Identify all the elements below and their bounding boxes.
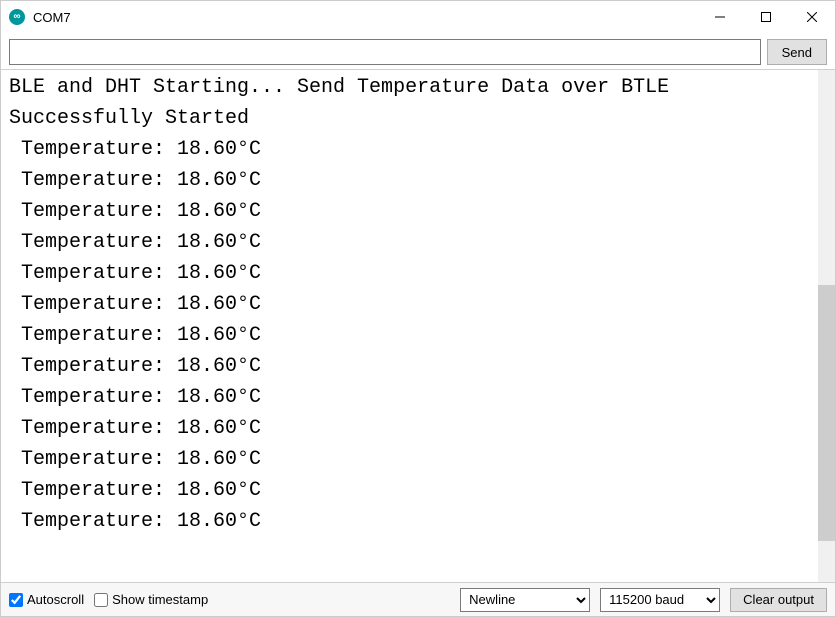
bottom-bar: Autoscroll Show timestamp Newline 115200… xyxy=(1,582,835,616)
command-input[interactable] xyxy=(9,39,761,65)
window-title: COM7 xyxy=(33,10,697,25)
input-row: Send xyxy=(1,33,835,70)
vertical-scrollbar[interactable] xyxy=(818,70,835,582)
line-ending-select[interactable]: Newline xyxy=(460,588,590,612)
autoscroll-checkbox[interactable] xyxy=(9,593,23,607)
maximize-icon xyxy=(761,12,771,22)
titlebar: COM7 xyxy=(1,1,835,33)
minimize-button[interactable] xyxy=(697,1,743,33)
serial-output: BLE and DHT Starting... Send Temperature… xyxy=(1,70,818,582)
window-controls xyxy=(697,1,835,33)
baud-select[interactable]: 115200 baud xyxy=(600,588,720,612)
timestamp-label: Show timestamp xyxy=(112,592,208,607)
send-button[interactable]: Send xyxy=(767,39,827,65)
close-button[interactable] xyxy=(789,1,835,33)
close-icon xyxy=(807,12,817,22)
timestamp-checkbox-wrap[interactable]: Show timestamp xyxy=(94,592,208,607)
clear-output-button[interactable]: Clear output xyxy=(730,588,827,612)
output-wrapper: BLE and DHT Starting... Send Temperature… xyxy=(1,70,835,582)
autoscroll-label: Autoscroll xyxy=(27,592,84,607)
timestamp-checkbox[interactable] xyxy=(94,593,108,607)
minimize-icon xyxy=(715,12,725,22)
autoscroll-checkbox-wrap[interactable]: Autoscroll xyxy=(9,592,84,607)
maximize-button[interactable] xyxy=(743,1,789,33)
scrollbar-thumb[interactable] xyxy=(818,285,835,541)
arduino-icon xyxy=(9,9,25,25)
